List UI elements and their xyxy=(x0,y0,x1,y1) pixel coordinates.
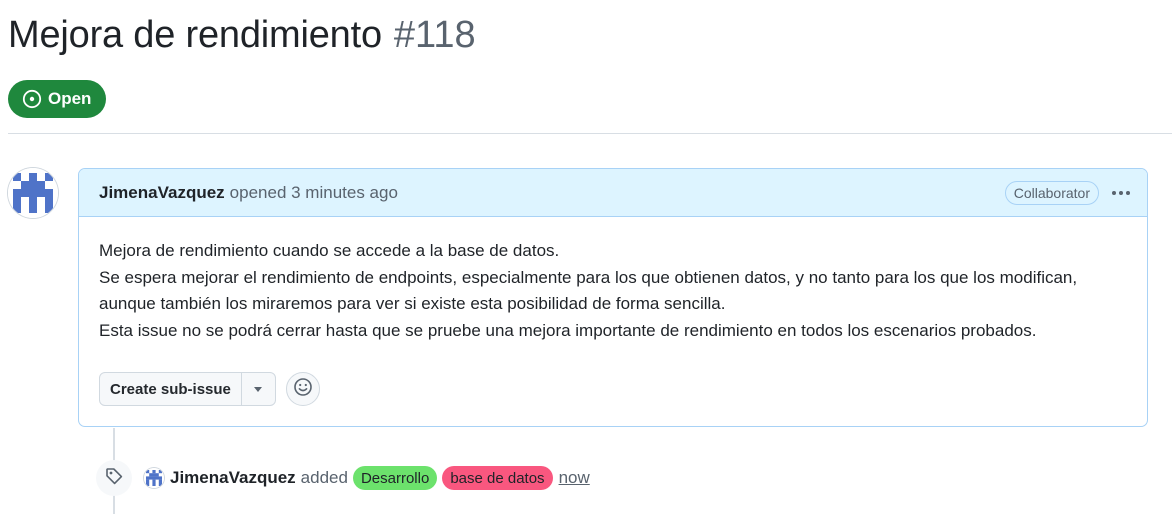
tag-icon xyxy=(104,466,124,491)
create-sub-issue-button[interactable]: Create sub-issue xyxy=(100,373,242,405)
issue-title: Mejora de rendimiento xyxy=(8,14,382,56)
comment-body-line: Se espera mejorar el rendimiento de endp… xyxy=(99,267,1078,287)
comment-body-line: aunque también los miraremos para ver si… xyxy=(99,294,726,313)
comment-actions: Create sub-issue xyxy=(99,372,320,406)
event-verb: added xyxy=(300,468,348,487)
comment-body: Mejora de rendimiento cuando se accede a… xyxy=(79,217,1147,344)
create-sub-issue-split-button: Create sub-issue xyxy=(99,372,276,406)
issue-state-badge: Open xyxy=(8,80,107,118)
collaborator-badge: Collaborator xyxy=(1004,180,1099,205)
comment-body-line: Mejora de rendimiento cuando se accede a… xyxy=(99,241,560,260)
comment-header: JimenaVazquez opened 3 minutes ago Colla… xyxy=(79,169,1147,217)
author-avatar[interactable] xyxy=(8,168,58,218)
issue-opened-icon xyxy=(22,89,42,109)
issue-title-row: Mejora de rendimiento #118 xyxy=(8,14,476,60)
comment-author-link[interactable]: JimenaVazquez xyxy=(99,183,225,203)
header-divider xyxy=(8,133,1172,134)
label-event-badge xyxy=(96,460,132,496)
label-base-de-datos[interactable]: base de datos xyxy=(442,466,553,490)
issue-number: #118 xyxy=(393,14,476,56)
event-timestamp[interactable]: now xyxy=(559,468,590,488)
kebab-horizontal-icon[interactable] xyxy=(1107,181,1135,205)
label-desarrollo[interactable]: Desarrollo xyxy=(352,466,438,490)
smiley-icon xyxy=(293,377,313,402)
label-event: JimenaVazquez added Desarrollo base de d… xyxy=(144,464,590,492)
create-sub-issue-dropdown[interactable] xyxy=(242,373,275,405)
issue-state-label: Open xyxy=(48,89,92,108)
comment-body-line: Esta issue no se podrá cerrar hasta que … xyxy=(99,320,1037,340)
comment-timestamp[interactable]: opened 3 minutes ago xyxy=(230,183,398,203)
event-actor-link[interactable]: JimenaVazquez xyxy=(170,468,296,488)
add-reaction-button[interactable] xyxy=(285,372,320,406)
event-actor-avatar[interactable] xyxy=(144,468,164,488)
issue-comment: JimenaVazquez opened 3 minutes ago Colla… xyxy=(78,168,1148,427)
triangle-down-icon xyxy=(254,386,263,392)
